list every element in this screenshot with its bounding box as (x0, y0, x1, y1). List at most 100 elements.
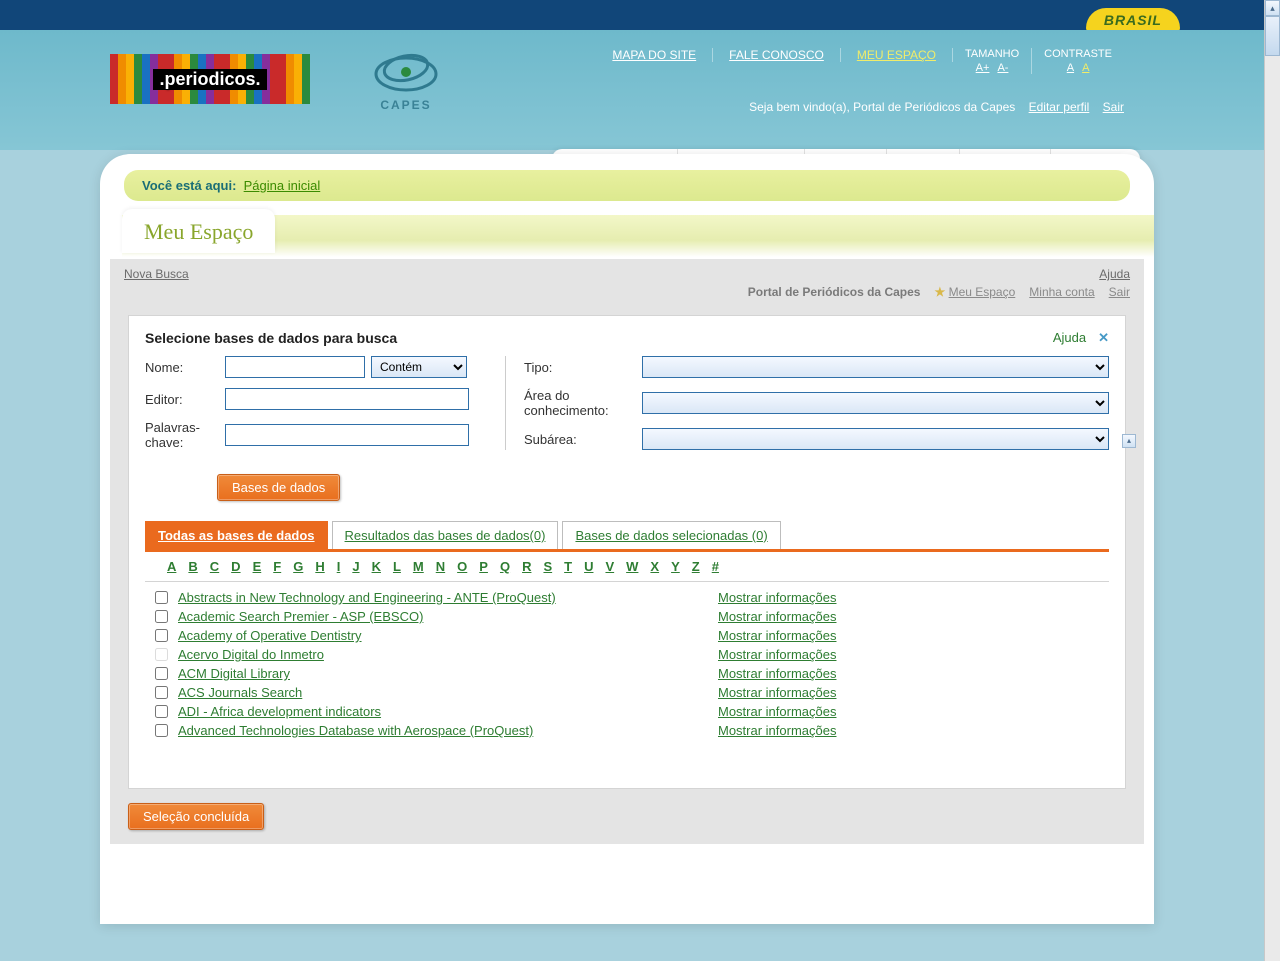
database-list[interactable]: Abstracts in New Technology and Engineer… (145, 582, 1109, 768)
alpha-H[interactable]: H (315, 559, 324, 574)
alpha-U[interactable]: U (584, 559, 593, 574)
db-checkbox[interactable] (155, 610, 168, 623)
contrast-a1[interactable]: A (1067, 62, 1074, 74)
contraste-label: CONTRASTE (1044, 48, 1112, 60)
alpha-I[interactable]: I (337, 559, 341, 574)
db-name-link[interactable]: Academy of Operative Dentistry (178, 628, 718, 643)
alpha-V[interactable]: V (605, 559, 614, 574)
font-increase[interactable]: A+ (976, 62, 990, 74)
alpha-R[interactable]: R (522, 559, 531, 574)
sair-workspace-link[interactable]: Sair (1109, 285, 1130, 299)
page-scrollbar[interactable]: ▴ (1264, 0, 1280, 961)
tab-selecionadas[interactable]: Bases de dados selecionadas (0) (562, 521, 780, 549)
contrast-a2[interactable]: A (1082, 62, 1089, 74)
close-icon[interactable]: ✕ (1098, 330, 1109, 345)
logo-capes-text: CAPES (370, 98, 442, 112)
logo-capes[interactable]: CAPES (370, 46, 442, 112)
portal-label: Portal de Periódicos da Capes (748, 285, 921, 299)
db-checkbox[interactable] (155, 724, 168, 737)
brasil-badge[interactable]: BRASIL (1086, 8, 1180, 32)
logo-periodicos[interactable]: .periodicos. (110, 54, 310, 104)
nav-fale[interactable]: FALE CONOSCO (729, 48, 824, 62)
alpha-P[interactable]: P (479, 559, 488, 574)
bases-de-dados-button[interactable]: Bases de dados (217, 474, 340, 501)
db-checkbox[interactable] (155, 648, 168, 661)
alpha-J[interactable]: J (352, 559, 359, 574)
mostrar-info-link[interactable]: Mostrar informações (718, 609, 836, 624)
db-checkbox[interactable] (155, 705, 168, 718)
mostrar-info-link[interactable]: Mostrar informações (718, 666, 836, 681)
nome-input[interactable] (225, 356, 365, 378)
editor-input[interactable] (225, 388, 469, 410)
db-name-link[interactable]: ADI - Africa development indicators (178, 704, 718, 719)
scroll-thumb[interactable] (1265, 16, 1280, 56)
db-checkbox[interactable] (155, 629, 168, 642)
nome-match-select[interactable]: Contém (371, 356, 467, 378)
table-row: ADI - Africa development indicatorsMostr… (149, 702, 1109, 721)
db-name-link[interactable]: Academic Search Premier - ASP (EBSCO) (178, 609, 718, 624)
alpha-T[interactable]: T (564, 559, 572, 574)
area-select[interactable] (642, 392, 1109, 414)
subarea-select[interactable] (642, 428, 1109, 450)
editar-perfil-link[interactable]: Editar perfil (1029, 100, 1090, 114)
db-checkbox[interactable] (155, 686, 168, 699)
db-checkbox[interactable] (155, 667, 168, 680)
db-name-link[interactable]: ACM Digital Library (178, 666, 718, 681)
tab-resultados[interactable]: Resultados das bases de dados(0) (332, 521, 559, 549)
nav-mapa[interactable]: MAPA DO SITE (612, 48, 696, 62)
mostrar-info-link[interactable]: Mostrar informações (718, 590, 836, 605)
scroll-up-icon[interactable]: ▴ (1265, 0, 1280, 16)
welcome-text: Seja bem vindo(a), Portal de Periódicos … (749, 100, 1015, 114)
font-decrease[interactable]: A- (997, 62, 1008, 74)
alpha-M[interactable]: M (413, 559, 424, 574)
breadcrumb-home-link[interactable]: Página inicial (244, 178, 321, 193)
alpha-Q[interactable]: Q (500, 559, 510, 574)
alpha-#[interactable]: # (712, 559, 719, 574)
alpha-O[interactable]: O (457, 559, 467, 574)
db-name-link[interactable]: ACS Journals Search (178, 685, 718, 700)
nav-meu-espaco[interactable]: MEU ESPAÇO (857, 48, 936, 62)
header: .periodicos. CAPES MAPA DO SITE FALE CON… (0, 30, 1264, 150)
mostrar-info-link[interactable]: Mostrar informações (718, 647, 836, 662)
alpha-S[interactable]: S (543, 559, 552, 574)
star-icon: ★ (934, 285, 945, 299)
alpha-X[interactable]: X (650, 559, 659, 574)
inner-scroll-up-icon[interactable]: ▴ (1122, 434, 1136, 448)
db-name-link[interactable]: Abstracts in New Technology and Engineer… (178, 590, 718, 605)
mostrar-info-link[interactable]: Mostrar informações (718, 685, 836, 700)
alpha-K[interactable]: K (372, 559, 381, 574)
db-checkbox[interactable] (155, 591, 168, 604)
alpha-C[interactable]: C (210, 559, 219, 574)
palavras-input[interactable] (225, 424, 469, 446)
panel-ajuda-link[interactable]: Ajuda (1053, 330, 1086, 345)
selecao-concluida-button[interactable]: Seleção concluída (128, 803, 264, 830)
mostrar-info-link[interactable]: Mostrar informações (718, 723, 836, 738)
tipo-select[interactable] (642, 356, 1109, 378)
alpha-L[interactable]: L (393, 559, 401, 574)
meu-espaco-link[interactable]: Meu Espaço (949, 285, 1016, 299)
ajuda-link-top[interactable]: Ajuda (1099, 267, 1130, 281)
workspace-container: Nova Busca Ajuda Portal de Periódicos da… (110, 259, 1144, 844)
alpha-Z[interactable]: Z (692, 559, 700, 574)
minha-conta-link[interactable]: Minha conta (1029, 285, 1094, 299)
alpha-G[interactable]: G (293, 559, 303, 574)
alpha-E[interactable]: E (253, 559, 262, 574)
mostrar-info-link[interactable]: Mostrar informações (718, 704, 836, 719)
palavras-label: Palavras-chave: (145, 420, 217, 450)
alpha-W[interactable]: W (626, 559, 638, 574)
result-tabs: Todas as bases de dados Resultados das b… (145, 521, 1109, 549)
alpha-A[interactable]: A (167, 559, 176, 574)
table-row: ACS Journals SearchMostrar informações (149, 683, 1109, 702)
alpha-F[interactable]: F (273, 559, 281, 574)
sair-link[interactable]: Sair (1103, 100, 1124, 114)
db-name-link[interactable]: Acervo Digital do Inmetro (178, 647, 718, 662)
alpha-N[interactable]: N (436, 559, 445, 574)
mostrar-info-link[interactable]: Mostrar informações (718, 628, 836, 643)
alpha-Y[interactable]: Y (671, 559, 680, 574)
alpha-D[interactable]: D (231, 559, 240, 574)
tab-todas[interactable]: Todas as bases de dados (145, 521, 328, 549)
breadcrumb: Você está aqui: Página inicial (124, 170, 1130, 201)
db-name-link[interactable]: Advanced Technologies Database with Aero… (178, 723, 718, 738)
nova-busca-link[interactable]: Nova Busca (124, 267, 189, 281)
alpha-B[interactable]: B (188, 559, 197, 574)
